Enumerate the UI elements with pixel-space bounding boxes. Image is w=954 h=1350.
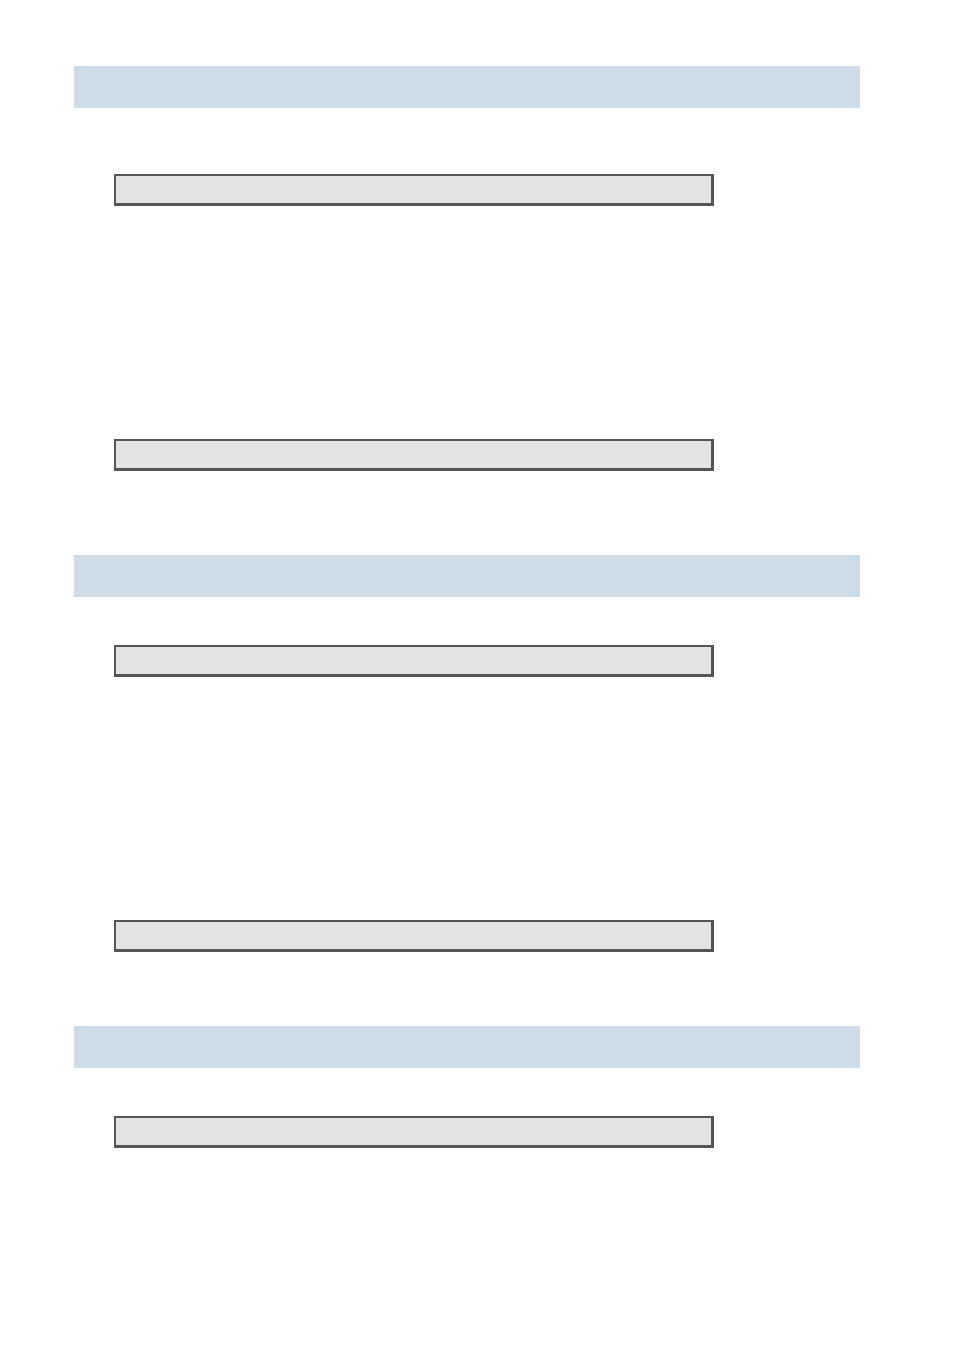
code-block — [114, 645, 714, 677]
section-heading — [74, 555, 860, 597]
code-block — [114, 1116, 714, 1148]
code-block — [114, 439, 714, 471]
section-heading — [74, 1026, 860, 1068]
code-block — [114, 920, 714, 952]
document-page — [0, 0, 954, 1350]
code-block — [114, 174, 714, 206]
section-heading — [74, 66, 860, 108]
